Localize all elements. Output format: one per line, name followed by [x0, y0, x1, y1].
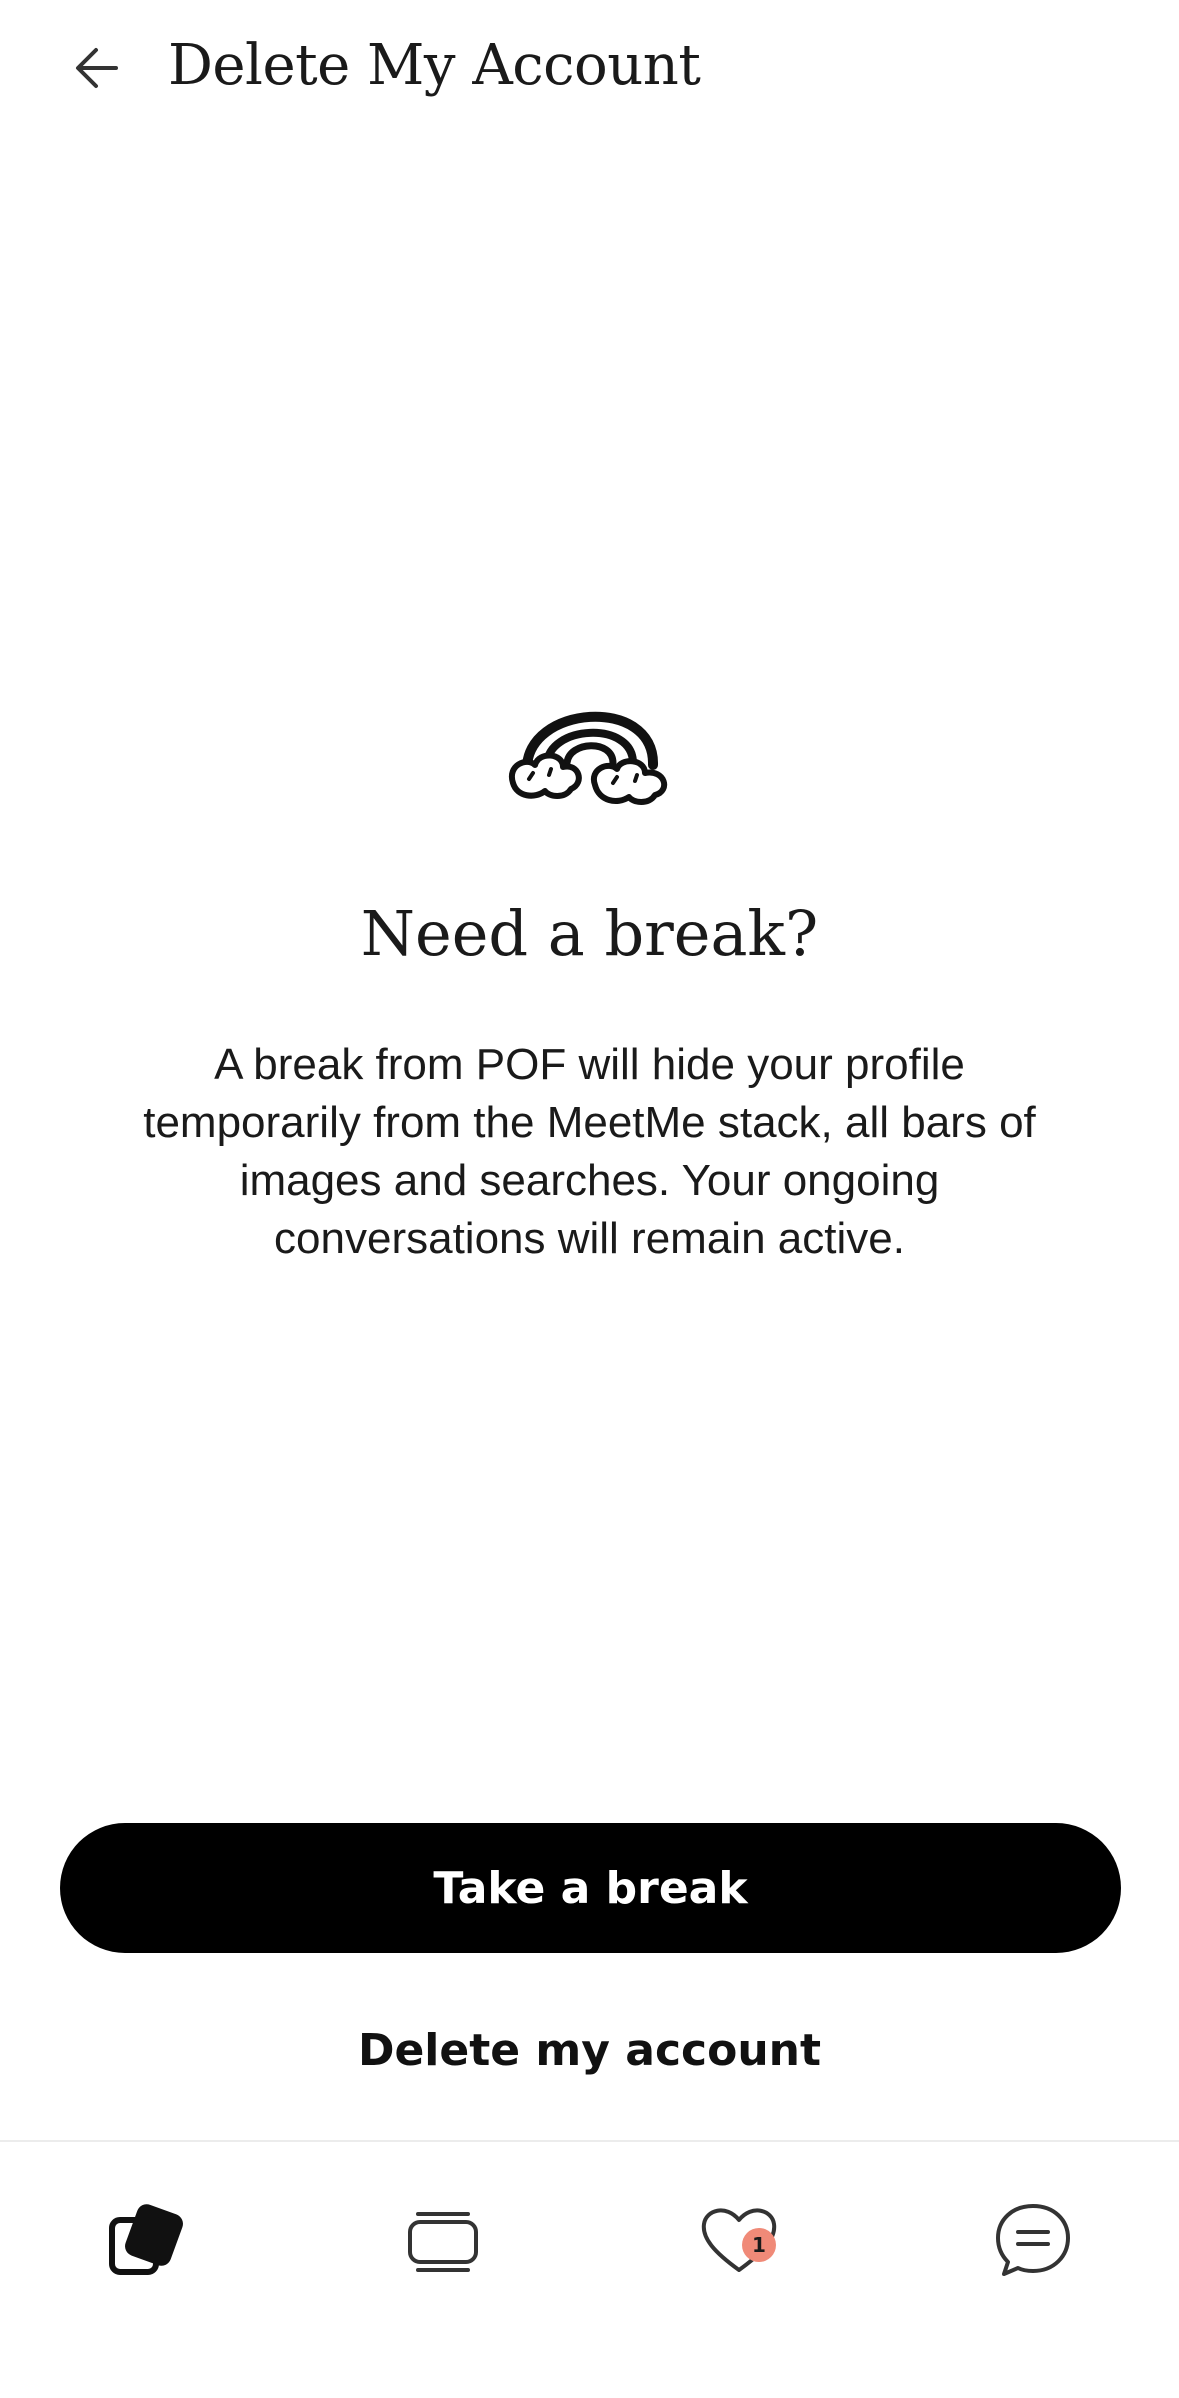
stack-icon [408, 2212, 478, 2272]
nav-item-messages[interactable] [978, 2184, 1088, 2294]
nav-item-stack[interactable] [388, 2184, 498, 2294]
take-a-break-button[interactable]: Take a break [60, 1823, 1121, 1953]
page-title: Delete My Account [168, 33, 701, 98]
bottom-nav: 1 [0, 2140, 1179, 2398]
body-text: A break from POF will hide your profile … [143, 1040, 1036, 1263]
delete-account-button[interactable]: Delete my account [0, 2010, 1179, 2090]
cards-icon [109, 2204, 183, 2275]
nav-item-cards[interactable] [90, 2184, 200, 2294]
headline: Need a break? [360, 897, 819, 970]
rainbow-icon [508, 711, 668, 805]
nav-item-likes[interactable]: 1 [684, 2184, 794, 2294]
rainbow-illustration [505, 665, 675, 805]
back-button[interactable] [58, 28, 138, 108]
app-header: Delete My Account [0, 0, 1179, 134]
notification-badge: 1 [742, 2228, 776, 2262]
arrow-left-icon [76, 48, 118, 88]
chat-bubble-icon [996, 2204, 1070, 2276]
